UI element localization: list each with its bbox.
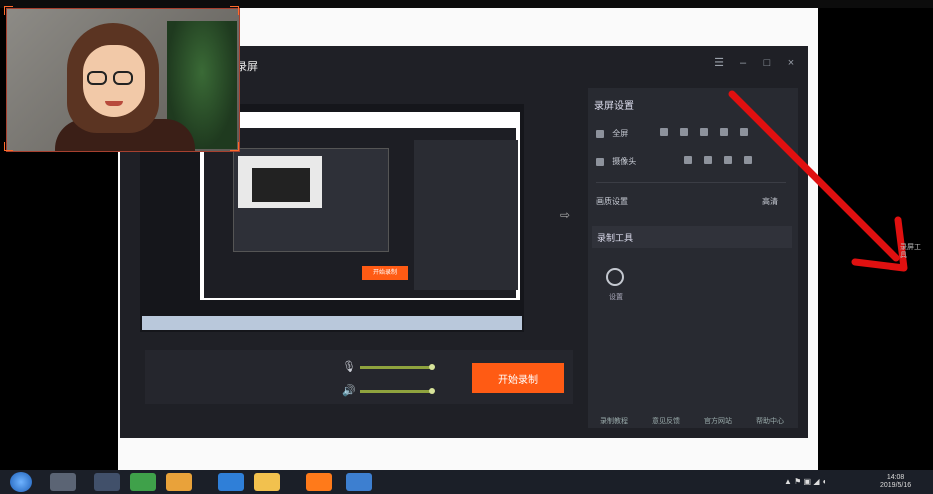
footer-link[interactable]: 官方网站 — [704, 416, 732, 426]
option-icon[interactable] — [660, 128, 668, 136]
speaker-volume-slider[interactable] — [360, 390, 432, 393]
settings-row-fullscreen[interactable]: 全屏 — [596, 128, 628, 139]
option-icon[interactable] — [684, 156, 692, 164]
microphone-icon[interactable]: 🎙 — [342, 360, 356, 373]
settings-row-label: 摄像头 — [612, 157, 637, 166]
quality-label: 画质设置 — [596, 197, 628, 206]
gear-label: 设置 — [609, 294, 623, 301]
taskbar-app-icon[interactable] — [346, 473, 372, 491]
option-icon[interactable] — [700, 128, 708, 136]
taskbar-app-icon[interactable] — [94, 473, 120, 491]
settings-row-label: 全屏 — [612, 129, 629, 138]
taskbar-folder-icon[interactable] — [254, 473, 280, 491]
tray-icons[interactable]: ▲ ⚑ ▣ ◢ ◖ — [784, 477, 827, 486]
minimize-button[interactable]: – — [736, 57, 750, 69]
microphone-volume-slider[interactable] — [360, 366, 432, 369]
resize-handle-icon[interactable] — [230, 142, 239, 151]
clock-time: 14:08 — [886, 474, 905, 481]
footer-link[interactable]: 帮助中心 — [756, 416, 784, 426]
glasses-right — [113, 71, 133, 85]
desktop-top-strip — [0, 0, 933, 8]
preview-taskbar — [142, 316, 522, 330]
glasses-left — [87, 71, 107, 85]
gear-icon[interactable] — [606, 268, 624, 286]
speaker-icon[interactable]: 🔊 — [342, 384, 356, 397]
taskbar-app-icon[interactable] — [218, 473, 244, 491]
taskbar-app-icon[interactable] — [130, 473, 156, 491]
clock-date: 2019/5/16 — [880, 482, 912, 489]
red-arrow-icon — [728, 90, 908, 272]
resize-handle-icon[interactable] — [230, 6, 239, 15]
camera-icon — [596, 157, 604, 166]
settings-row-quality[interactable]: 画质设置 — [596, 196, 628, 207]
menu-icon[interactable]: ☰ — [712, 57, 726, 69]
monitor-icon — [596, 129, 604, 138]
option-icon[interactable] — [704, 156, 712, 164]
taskbar-app-icon[interactable] — [166, 473, 192, 491]
taskbar-app-icon[interactable] — [50, 473, 76, 491]
microphone-slider-knob[interactable] — [429, 364, 435, 370]
preview-side-panel — [414, 140, 518, 290]
resize-handle-icon[interactable] — [4, 6, 13, 15]
desktop-side-text: 录屏工具 — [900, 244, 921, 259]
settings-header: 录屏设置 — [594, 101, 634, 112]
start-menu-icon[interactable] — [10, 472, 32, 492]
taskbar-clock[interactable]: 14:08 2019/5/16 — [880, 474, 911, 490]
option-icon[interactable] — [680, 128, 688, 136]
taskbar-recorder-icon[interactable] — [306, 473, 332, 491]
footer-link[interactable]: 录制教程 — [600, 416, 628, 426]
speaker-slider-knob[interactable] — [429, 388, 435, 394]
close-button[interactable]: × — [784, 57, 798, 69]
preview-start-label: 开始录制 — [372, 270, 397, 276]
maximize-button[interactable]: □ — [760, 57, 774, 69]
preview-start-button: 开始录制 — [362, 266, 408, 280]
webcam-overlay[interactable] — [6, 8, 240, 152]
resize-handle-icon[interactable] — [4, 142, 13, 151]
presenter-mouth — [105, 101, 123, 106]
settings-row-camera[interactable]: 摄像头 — [596, 156, 636, 167]
start-recording-button[interactable]: 开始录制 — [472, 363, 564, 393]
expand-arrow-icon[interactable]: ⇨ — [560, 208, 570, 222]
tools-section-label: 录制工具 — [597, 233, 634, 243]
footer-link[interactable]: 意见反馈 — [652, 416, 680, 426]
preview-nested-dark — [252, 168, 310, 202]
